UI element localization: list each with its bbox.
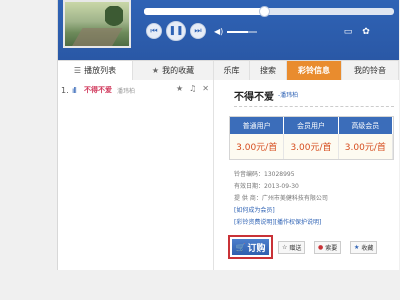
order-button[interactable]: 🛒 订购: [228, 235, 273, 259]
price-table-row: 3.00元/首 3.00元/首 3.00元/首: [230, 134, 393, 159]
star-icon: ★: [354, 244, 360, 251]
track-artist: 潘玮柏: [117, 87, 136, 95]
tab-library[interactable]: 乐库: [214, 61, 250, 80]
next-button[interactable]: ⏭: [190, 23, 206, 39]
price-premium: 3.00元/首: [338, 134, 393, 159]
volume-icon[interactable]: ◀): [214, 28, 224, 36]
list-item[interactable]: 1. ıIl 不得不爱 潘玮柏 ★ ♫ ✕: [61, 84, 209, 96]
cart-icon: 🛒: [235, 242, 246, 252]
progress-handle[interactable]: [259, 6, 270, 17]
progress-bar[interactable]: [144, 6, 394, 17]
song-artist[interactable]: -潘玮柏: [278, 90, 298, 99]
header-regular-user: 普通用户: [230, 117, 285, 134]
pause-button[interactable]: ❚❚: [166, 21, 186, 41]
list-icon: ☰: [73, 66, 82, 75]
tab-ringtone-info[interactable]: 彩铃信息: [287, 61, 342, 80]
price-table-header: 普通用户 会员用户 高级会员: [230, 117, 393, 134]
prev-icon: ⏮: [150, 26, 158, 35]
now-playing-icon: ıIl: [72, 85, 77, 95]
divider: [234, 106, 394, 107]
tab-favorites[interactable]: ★ 我的收藏: [133, 61, 214, 80]
disclaimer-links[interactable]: [彩铃资费说明][播作权保护说明]: [234, 217, 321, 226]
music-player-app: ⏮ ❚❚ ⏭ ◀) ▭ ✿ ☰ 播放列表 ★ 我的收藏 乐库 搜索 彩铃信息 我…: [57, 0, 399, 270]
track-index: 1.: [61, 85, 69, 95]
gift-button[interactable]: ☆ 赠送: [278, 241, 306, 254]
price-member: 3.00元/首: [284, 134, 339, 159]
price-table: 普通用户 会员用户 高级会员 3.00元/首 3.00元/首 3.00元/首: [229, 116, 394, 160]
track-title: 不得不爱: [84, 86, 112, 94]
pause-icon: ❚❚: [168, 26, 184, 36]
prev-button[interactable]: ⏮: [146, 23, 162, 39]
volume-slider[interactable]: [227, 31, 257, 33]
close-icon[interactable]: ✕: [202, 84, 209, 93]
volume-fill: [227, 31, 248, 33]
favorite-star-icon[interactable]: ★: [176, 84, 183, 93]
membership-link[interactable]: [如何成为会员]: [234, 205, 275, 214]
request-icon: ●: [318, 244, 324, 251]
tab-bar: ☰ 播放列表 ★ 我的收藏 乐库 搜索 彩铃信息 我的铃音: [58, 60, 399, 81]
favorite-button[interactable]: ★ 收藏: [350, 241, 378, 254]
ringtone-icon[interactable]: ♫: [189, 84, 196, 93]
valid-date: 有效日期：2013-09-30: [234, 183, 299, 190]
request-button[interactable]: ● 索要: [314, 241, 342, 254]
track-actions: ★ ♫ ✕: [176, 84, 209, 93]
tab-search[interactable]: 搜索: [250, 61, 287, 80]
tab-my-ringtones[interactable]: 我的铃音: [342, 61, 399, 80]
song-title: 不得不爱: [234, 92, 274, 103]
next-icon: ⏭: [194, 26, 202, 35]
header-member-user: 会员用户: [284, 117, 339, 134]
album-cover: [63, 0, 131, 48]
header-premium-member: 高级会员: [338, 117, 393, 134]
playlist-pane: 1. ıIl 不得不爱 潘玮柏 ★ ♫ ✕: [58, 80, 214, 270]
price-regular: 3.00元/首: [230, 134, 285, 159]
ringtone-code: 铃音编码：13028995: [234, 171, 295, 178]
order-label: 订购: [247, 243, 266, 254]
tab-playlist[interactable]: ☰ 播放列表: [58, 61, 133, 80]
repeat-icon[interactable]: ▭: [342, 26, 354, 38]
gift-icon: ☆: [282, 244, 288, 251]
order-button-inner: 🛒 订购: [232, 239, 269, 255]
star-icon: ★: [151, 66, 160, 75]
ringtone-info-pane: 不得不爱 -潘玮柏 普通用户 会员用户 高级会员 3.00元/首 3.00元/首…: [214, 80, 399, 270]
player-header: ⏮ ❚❚ ⏭ ◀) ▭ ✿: [58, 0, 399, 60]
progress-fill: [144, 8, 264, 15]
provider: 提 供 商：广州市美健科技有限公司: [234, 195, 328, 202]
gear-icon[interactable]: ✿: [360, 26, 372, 38]
